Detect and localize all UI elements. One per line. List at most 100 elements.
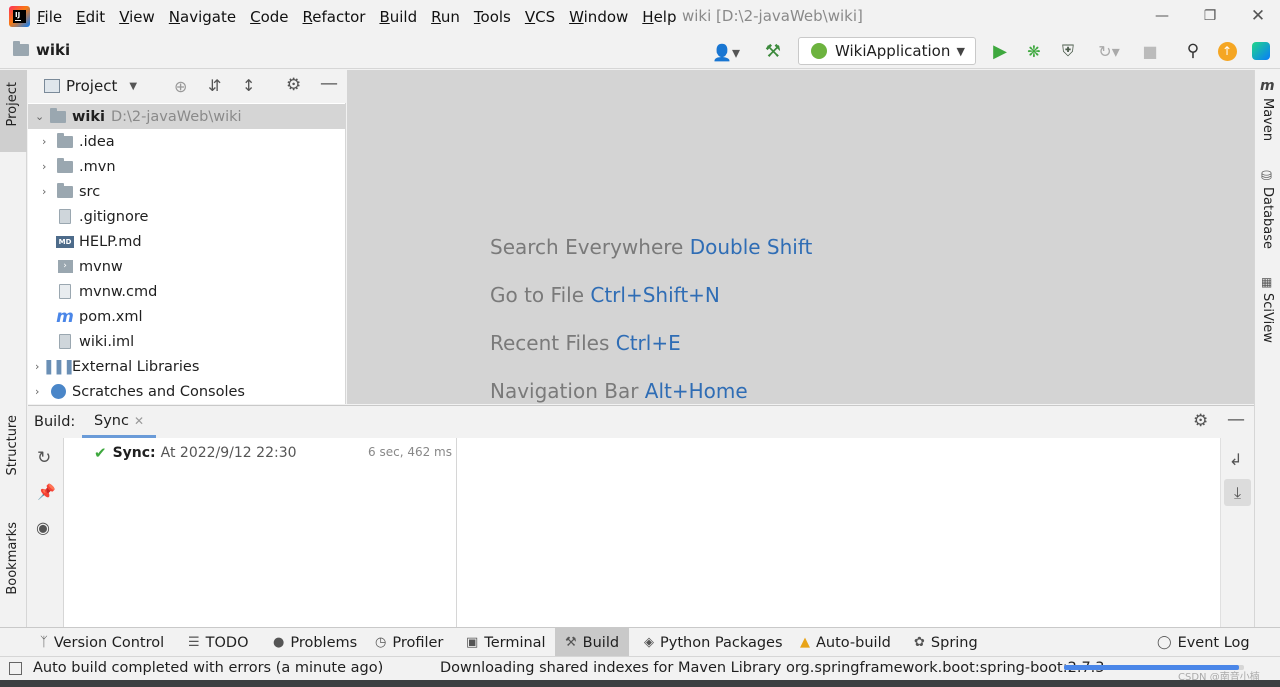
tool-problems[interactable]: ● Problems bbox=[273, 628, 357, 657]
menu-code[interactable]: Code bbox=[250, 8, 288, 26]
tree-item-idea[interactable]: › .idea bbox=[42, 129, 115, 154]
close-icon[interactable]: ✕ bbox=[134, 414, 144, 428]
tree-item-src[interactable]: › src bbox=[42, 179, 100, 204]
user-account-icon[interactable]: 👤▾ bbox=[706, 41, 746, 63]
breadcrumb[interactable]: wiki bbox=[13, 41, 70, 59]
project-panel-header: Project ▼ ⊕ ⇵ ↕ ⚙ — bbox=[28, 70, 346, 103]
tree-item-label: src bbox=[79, 183, 101, 200]
tool-todo[interactable]: ☰ TODO bbox=[188, 628, 249, 657]
gear-icon[interactable]: ⚙ bbox=[286, 75, 301, 95]
tree-item-label: Scratches and Consoles bbox=[72, 383, 245, 400]
pin-icon[interactable]: 📌 bbox=[37, 483, 56, 501]
menu-vcs[interactable]: VCS bbox=[525, 8, 555, 26]
status-message[interactable]: Auto build completed with errors (a minu… bbox=[33, 660, 383, 676]
menu-view[interactable]: View bbox=[119, 8, 155, 26]
close-icon[interactable]: ✕ bbox=[1236, 4, 1280, 28]
coverage-shield-icon[interactable]: ⛨ bbox=[1057, 40, 1079, 62]
tab-project[interactable]: Project bbox=[5, 82, 20, 126]
maven-icon: m bbox=[1260, 78, 1275, 94]
jetbrains-toolbox-icon[interactable] bbox=[1250, 40, 1272, 62]
tree-item-external-libraries[interactable]: › ❚❚❚ External Libraries bbox=[35, 354, 199, 379]
menu-window[interactable]: Window bbox=[569, 8, 628, 26]
debug-bug-icon[interactable]: ❋ bbox=[1023, 40, 1045, 62]
hide-panel-icon[interactable]: — bbox=[320, 73, 338, 94]
project-view-select[interactable]: Project ▼ bbox=[44, 77, 137, 95]
menu-navigate[interactable]: Navigate bbox=[169, 8, 236, 26]
tool-label: Terminal bbox=[484, 634, 546, 651]
tree-item-mvnw-cmd[interactable]: mvnw.cmd bbox=[56, 279, 157, 304]
refresh-sync-icon[interactable]: ↻ bbox=[37, 448, 51, 468]
menu-help[interactable]: Help bbox=[642, 8, 676, 26]
tool-label: Version Control bbox=[53, 634, 165, 651]
eye-icon[interactable]: ◉ bbox=[36, 518, 50, 537]
tree-item-pom-xml[interactable]: m pom.xml bbox=[56, 304, 143, 329]
tab-maven[interactable]: Maven bbox=[1260, 98, 1275, 141]
collapse-all-icon[interactable]: ↕ bbox=[242, 76, 255, 95]
soft-wrap-icon[interactable]: ↲ bbox=[1229, 450, 1242, 469]
tool-python-packages[interactable]: ◈ Python Packages bbox=[644, 628, 783, 657]
run-configuration-select[interactable]: WikiApplication ▼ bbox=[798, 37, 976, 65]
tool-version-control[interactable]: ᛉ Version Control bbox=[40, 628, 164, 657]
tree-item-mvn[interactable]: › .mvn bbox=[42, 154, 116, 179]
folder-icon bbox=[56, 157, 74, 173]
tree-item-help-md[interactable]: MD HELP.md bbox=[56, 229, 142, 254]
taskbar-edge bbox=[0, 680, 1280, 687]
tree-item-label: .mvn bbox=[79, 158, 116, 175]
sync-result-row[interactable]: ✔ Sync: At 2022/9/12 22:30 bbox=[94, 442, 297, 464]
tool-auto-build[interactable]: ▲ Auto-build bbox=[800, 628, 891, 657]
tool-label: TODO bbox=[205, 634, 249, 651]
tool-event-log[interactable]: ◯ Event Log bbox=[1157, 628, 1250, 657]
background-task-message[interactable]: Downloading shared indexes for Maven Lib… bbox=[440, 660, 1105, 676]
scroll-to-end-icon[interactable]: ⤓ bbox=[1224, 479, 1251, 506]
tab-database[interactable]: Database bbox=[1260, 187, 1275, 249]
menu-run[interactable]: Run bbox=[431, 8, 460, 26]
gear-icon[interactable]: ⚙ bbox=[1193, 411, 1208, 431]
locate-target-icon[interactable]: ⊕ bbox=[174, 77, 187, 96]
tree-item-wiki-iml[interactable]: wiki.iml bbox=[56, 329, 134, 354]
tool-label: Auto-build bbox=[816, 634, 891, 651]
info-icon: ● bbox=[273, 635, 285, 650]
profile-run-icon[interactable]: ↻▾ bbox=[1089, 40, 1129, 62]
minimize-icon[interactable]: — bbox=[1140, 4, 1184, 28]
tab-structure[interactable]: Structure bbox=[5, 415, 20, 475]
menu-edit[interactable]: Edit bbox=[76, 8, 105, 26]
tool-terminal[interactable]: ▣ Terminal bbox=[466, 628, 546, 657]
menu-file[interactable]: File bbox=[37, 8, 62, 26]
status-toggle-icon[interactable] bbox=[9, 662, 22, 675]
hammer-icon: ⚒ bbox=[565, 635, 577, 650]
search-icon[interactable]: ⚲ bbox=[1182, 40, 1204, 62]
tab-sciview[interactable]: SciView bbox=[1260, 293, 1275, 343]
tool-label: Build bbox=[582, 634, 620, 651]
build-panel-title: Build: bbox=[34, 414, 76, 430]
tree-item-label: pom.xml bbox=[79, 308, 143, 325]
tree-root-wiki[interactable]: ⌄ wiki D:\2-javaWeb\wiki bbox=[28, 104, 346, 129]
restore-icon[interactable]: ❐ bbox=[1188, 4, 1232, 28]
expand-all-icon[interactable]: ⇵ bbox=[208, 76, 221, 95]
tree-item-scratches[interactable]: › Scratches and Consoles bbox=[35, 379, 245, 404]
menu-refactor[interactable]: Refactor bbox=[303, 8, 366, 26]
run-icon[interactable]: ▶ bbox=[989, 40, 1011, 62]
tree-item-gitignore[interactable]: .gitignore bbox=[56, 204, 148, 229]
build-console-output[interactable] bbox=[457, 438, 1220, 627]
update-icon[interactable]: ↑ bbox=[1216, 40, 1238, 62]
intellij-logo-icon: IJ bbox=[9, 6, 30, 27]
tool-spring[interactable]: ✿ Spring bbox=[914, 628, 978, 657]
tab-sync[interactable]: Sync ✕ bbox=[82, 406, 157, 438]
breadcrumb-project: wiki bbox=[36, 41, 71, 59]
sync-duration: 6 sec, 462 ms bbox=[368, 445, 452, 459]
menu-tools[interactable]: Tools bbox=[474, 8, 511, 26]
hide-panel-icon[interactable]: — bbox=[1227, 409, 1245, 430]
menu-build[interactable]: Build bbox=[379, 8, 417, 26]
build-hammer-icon[interactable]: ⚒ bbox=[762, 40, 784, 62]
chevron-down-icon: ▼ bbox=[129, 80, 138, 92]
tool-profiler[interactable]: ◷ Profiler bbox=[375, 628, 443, 657]
tree-item-label: .idea bbox=[79, 133, 115, 150]
tab-bookmarks[interactable]: Bookmarks bbox=[5, 522, 20, 595]
tool-build[interactable]: ⚒ Build bbox=[555, 628, 630, 657]
right-tool-strip: m Maven ⛁ Database ▦ SciView bbox=[1254, 70, 1280, 627]
tool-label: Spring bbox=[930, 634, 978, 651]
branch-icon: ᛉ bbox=[40, 635, 48, 650]
tree-item-mvnw[interactable]: › mvnw bbox=[56, 254, 123, 279]
module-file-icon bbox=[56, 334, 74, 349]
stop-icon[interactable]: ■ bbox=[1139, 40, 1161, 62]
